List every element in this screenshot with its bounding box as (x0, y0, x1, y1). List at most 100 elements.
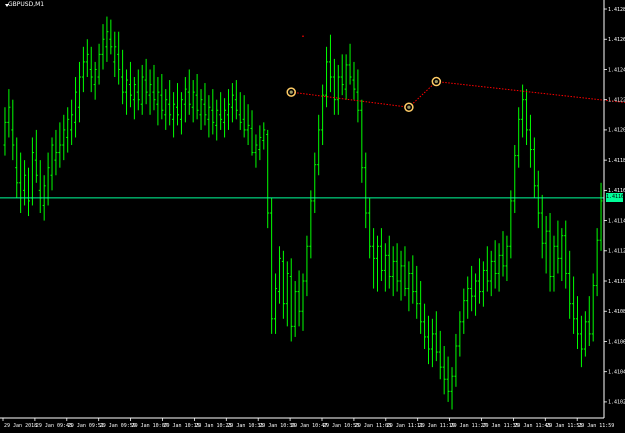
chart-window[interactable]: 1.41285 1.41265 1.41245 1.41225 1.41205 1.411… (0, 0, 625, 433)
ohlc-bar (572, 276, 576, 334)
ohlc-bar (266, 129, 270, 229)
ohlc-bar (187, 69, 191, 115)
ohlc-bar (587, 296, 591, 346)
ohlc-bar (81, 46, 85, 93)
ohlc-bar (215, 99, 219, 141)
ohlc-bar (387, 235, 391, 289)
ohlc-bar (140, 64, 144, 115)
symbol-label[interactable]: GBPUSD,M1 (3, 1, 44, 8)
ohlc-bar (379, 228, 383, 282)
ohlc-bar (599, 182, 603, 251)
ohlc-bar (544, 216, 548, 274)
ohlc-bar (360, 99, 364, 183)
ohlc-bar (505, 235, 509, 282)
bid-price-tag: 1.41160 (606, 193, 625, 203)
time-tick-label: 29 Jan 10:07 (132, 423, 168, 429)
ohlc-bar (136, 69, 140, 111)
price-tick-label: 1.41145 (608, 218, 625, 224)
ohlc-bar (497, 243, 501, 292)
time-tick-label: 29 Jan 11:43 (514, 423, 550, 429)
ohlc-bar (344, 54, 348, 100)
ohlc-bar (474, 273, 478, 316)
ohlc-bar (313, 152, 317, 214)
price-tick-label: 1.41085 (608, 309, 625, 315)
price-chart[interactable]: 1.41285 1.41265 1.41245 1.41225 1.41205 1.411… (0, 0, 625, 433)
ohlc-bar (489, 250, 493, 297)
ohlc-bar (226, 89, 230, 130)
ohlc-bar (258, 125, 262, 161)
ohlc-bar (442, 346, 446, 395)
ohlc-bar (101, 24, 105, 70)
ohlc-bar (144, 58, 148, 105)
ohlc-bar (62, 114, 66, 161)
trend-line[interactable] (291, 35, 625, 108)
ohlc-bar (74, 77, 78, 138)
ohlc-bar (281, 250, 285, 319)
ohlc-bar (556, 220, 560, 274)
chevron-down-icon[interactable] (5, 4, 9, 7)
ohlc-bar (411, 255, 415, 304)
ohlc-bar (332, 58, 336, 115)
time-tick-label: 29 Jan 11:19 (419, 423, 455, 429)
ohlc-bar (15, 137, 19, 198)
ohlc-bar (560, 228, 564, 282)
trend-line-segment[interactable] (291, 91, 409, 108)
ohlc-bar (30, 137, 34, 206)
ohlc-bar (423, 303, 427, 350)
ohlc-bar (19, 152, 23, 214)
ohlc-bar (470, 265, 474, 312)
ohlc-bar (517, 107, 521, 168)
ohlc-bar (211, 89, 215, 135)
time-tick-label: 29 Jan 11:51 (546, 423, 582, 429)
ohlc-bar (152, 64, 156, 111)
price-tick-label: 1.41045 (608, 369, 625, 375)
ohlc-bar (250, 110, 254, 156)
trade-marker[interactable] (404, 102, 414, 112)
ohlc-bar (11, 99, 15, 161)
ohlc-bar (23, 160, 27, 206)
ohlc-bar (383, 243, 387, 292)
ohlc-bar (481, 261, 485, 307)
ohlc-bar (485, 246, 489, 292)
ohlc-bar (454, 333, 458, 387)
ohlc-bar (109, 19, 113, 55)
time-axis[interactable]: 29 Jan 201829 Jan 09:4329 Jan 09:5129 Ja… (2, 418, 614, 429)
ohlc-bar (391, 246, 395, 297)
ohlc-bar (466, 276, 470, 319)
ohlc-bar (89, 46, 93, 93)
ohlc-bar (223, 98, 227, 138)
ohlc-bar (446, 356, 450, 402)
trade-marker[interactable] (286, 87, 296, 97)
ohlc-bar (403, 246, 407, 297)
ohlc-bar (368, 197, 372, 259)
trend-line-segment[interactable] (436, 81, 625, 105)
ohlc-bar (591, 273, 595, 342)
ohlc-bar (191, 80, 195, 123)
ohlc-bar (242, 95, 246, 138)
trend-line-segment[interactable] (408, 81, 437, 108)
trade-marker[interactable] (431, 76, 442, 87)
ohlc-bar (254, 134, 258, 168)
ohlc-bar (395, 243, 399, 292)
stray-point (302, 35, 304, 38)
time-tick-label: 29 Jan 10:39 (259, 423, 295, 429)
price-axis[interactable]: 1.41285 1.41265 1.41245 1.41225 1.41205 1.411… (604, 7, 625, 406)
price-tick-label: 1.41105 (608, 279, 625, 285)
ohlc-bar (399, 250, 403, 301)
ohlc-bar (121, 49, 125, 105)
ohlc-bar (270, 197, 274, 334)
ohlc-bar (430, 318, 434, 368)
symbol-text: GBPUSD,M1 (8, 1, 45, 8)
time-tick-label: 29 Jan 11:59 (578, 423, 614, 429)
ohlc-bar (462, 288, 466, 334)
time-tick-label: 29 Jan 11:35 (483, 423, 519, 429)
time-tick-label: 29 Jan 09:51 (68, 423, 104, 429)
ohlc-bar (540, 194, 544, 259)
ohlc-bar (293, 281, 297, 337)
ohlc-bar (199, 89, 203, 130)
ohlc-bar (477, 258, 481, 304)
ohlc-bar (352, 61, 356, 100)
ohlc-bar (340, 54, 344, 96)
price-tick-label: 1.41265 (608, 37, 625, 43)
ohlc-bar (34, 129, 38, 183)
